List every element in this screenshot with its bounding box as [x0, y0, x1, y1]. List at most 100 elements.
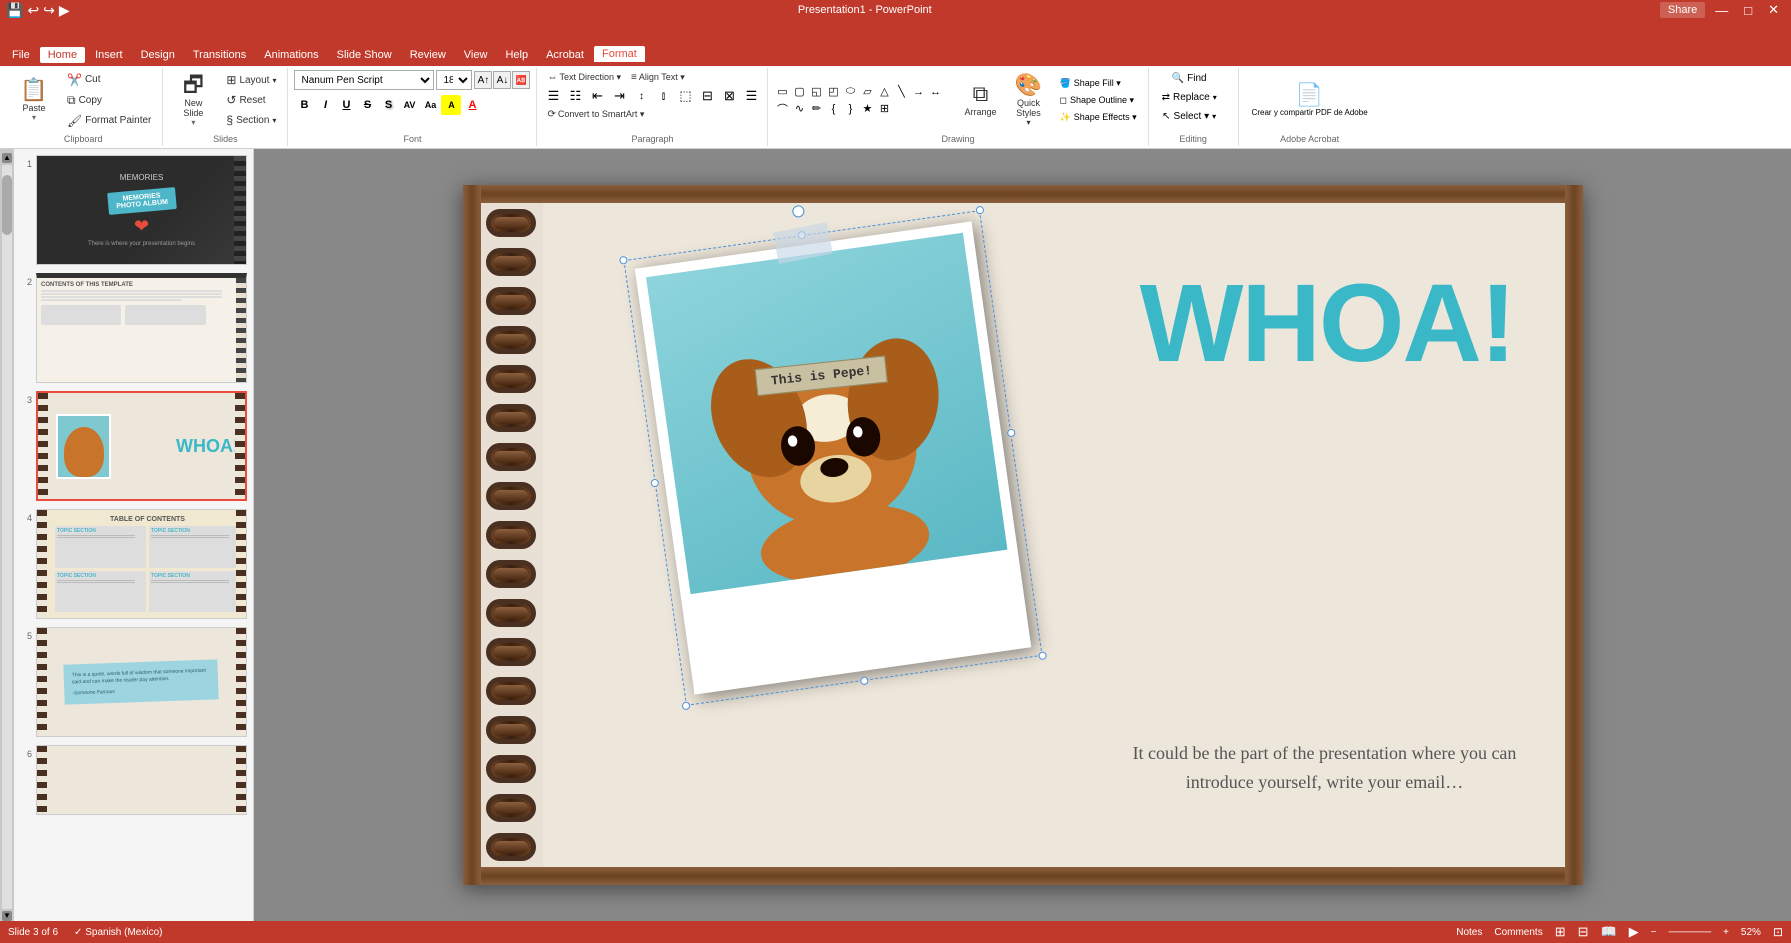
justify-button[interactable]: ☰	[741, 87, 761, 105]
align-right-button[interactable]: ⊠	[719, 87, 739, 105]
slide-thumb-image-5[interactable]: This is a quote, words full of wisdom th…	[36, 627, 247, 737]
shape-snip-rect2[interactable]: ◰	[825, 84, 841, 100]
slide-thumb-image-3[interactable]: WHOA!	[36, 391, 247, 501]
increase-font-size-button[interactable]: A↑	[474, 71, 492, 89]
arrange-button[interactable]: ⧉ Arrange	[958, 70, 1002, 130]
shape-effects-button[interactable]: ✨ Shape Effects ▾	[1054, 110, 1141, 125]
shape-line[interactable]: ╲	[893, 84, 909, 100]
shape-brace-right[interactable]: }	[842, 101, 858, 117]
font-size-select[interactable]: 18	[436, 70, 472, 90]
redo-icon[interactable]: ↪	[43, 2, 55, 19]
handle-tr[interactable]	[975, 206, 984, 215]
handle-bl[interactable]	[681, 701, 690, 710]
quick-styles-button[interactable]: 🎨 QuickStyles ▾	[1006, 70, 1050, 130]
italic-button[interactable]: I	[315, 95, 335, 115]
font-family-select[interactable]: Nanum Pen Script	[294, 70, 434, 90]
handle-mr[interactable]	[1006, 428, 1015, 437]
description-text[interactable]: It could be the part of the presentation…	[1125, 739, 1525, 797]
zoom-level[interactable]: 52%	[1741, 927, 1761, 938]
shape-rectangle[interactable]: ▭	[774, 84, 790, 100]
shape-double-arrow[interactable]: ↔	[927, 84, 943, 100]
decrease-indent-button[interactable]: ⇤	[587, 87, 607, 105]
shape-arc[interactable]: ⌒	[774, 101, 790, 117]
handle-tl[interactable]	[618, 256, 627, 265]
slide-thumbnail-5[interactable]: 5 This is a quote, words full of wisdom …	[18, 625, 249, 739]
layout-button[interactable]: ⊞ Layout ▾	[221, 71, 281, 89]
select-button[interactable]: ↖ Select ▾ ▾	[1155, 108, 1223, 125]
menu-format[interactable]: Format	[594, 46, 645, 64]
font-color-button[interactable]: A	[462, 95, 482, 115]
find-button[interactable]: 🔍 Find	[1165, 70, 1214, 87]
numbering-button[interactable]: ☷	[565, 87, 585, 105]
menu-transitions[interactable]: Transitions	[185, 47, 254, 63]
new-slide-button[interactable]: 🗗 NewSlide ▾	[169, 70, 217, 130]
reset-button[interactable]: ↺ Reset	[221, 91, 281, 109]
whoa-text[interactable]: WHOA!	[1140, 263, 1515, 384]
menu-file[interactable]: File	[4, 47, 38, 63]
section-button[interactable]: § Section ▾	[221, 111, 281, 129]
shape-parallelogram[interactable]: ▱	[859, 84, 875, 100]
shadow-button[interactable]: S	[378, 95, 398, 115]
strikethrough-button[interactable]: S	[357, 95, 377, 115]
font-case-button[interactable]: Aa	[420, 95, 440, 115]
columns-button[interactable]: ⫾	[653, 87, 673, 105]
decrease-font-size-button[interactable]: A↓	[493, 71, 511, 89]
shape-freeform[interactable]: ✏	[808, 101, 824, 117]
menu-animations[interactable]: Animations	[256, 47, 326, 63]
char-spacing-button[interactable]: AV	[399, 95, 419, 115]
shape-more[interactable]: ⊞	[876, 101, 892, 117]
shape-brace-left[interactable]: {	[825, 101, 841, 117]
shape-outline-button[interactable]: ◻ Shape Outline ▾	[1054, 93, 1141, 108]
save-icon[interactable]: 💾	[6, 2, 23, 19]
line-spacing-button[interactable]: ↕	[631, 87, 651, 105]
shape-star[interactable]: ★	[859, 101, 875, 117]
increase-indent-button[interactable]: ⇥	[609, 87, 629, 105]
menu-acrobat[interactable]: Acrobat	[538, 47, 592, 63]
menu-home[interactable]: Home	[40, 47, 85, 63]
shape-triangle[interactable]: △	[876, 84, 892, 100]
shape-curve[interactable]: ∿	[791, 101, 807, 117]
underline-button[interactable]: U	[336, 95, 356, 115]
align-text-button[interactable]: ≡ Align Text ▾	[627, 70, 689, 85]
format-painter-button[interactable]: 🖌 Format Painter	[62, 112, 156, 130]
replace-button[interactable]: ⇄ Replace ▾	[1155, 89, 1224, 106]
menu-insert[interactable]: Insert	[87, 47, 131, 63]
slide-thumb-image-4[interactable]: TABLE OF CONTENTS TOPIC SECTION TOPIC SE…	[36, 509, 247, 619]
menu-design[interactable]: Design	[133, 47, 183, 63]
start-presentation-icon[interactable]: ▶	[59, 2, 70, 19]
bold-button[interactable]: B	[294, 95, 314, 115]
clear-format-button[interactable]: 🆎	[512, 71, 530, 89]
slide-thumbnail-1[interactable]: 1 MEMORIES MEMORIESPHOTO ALBUM ❤ There i…	[18, 153, 249, 267]
canvas-area[interactable]: ↻	[254, 149, 1791, 921]
slide-thumb-image-1[interactable]: MEMORIES MEMORIESPHOTO ALBUM ❤ There is …	[36, 155, 247, 265]
highlight-button[interactable]: A	[441, 95, 461, 115]
shape-rounded-rect[interactable]: ▢	[791, 84, 807, 100]
slide-thumb-image-6[interactable]	[36, 745, 247, 815]
shape-arrow[interactable]: →	[910, 84, 926, 100]
slide-thumbnail-2[interactable]: 2 CONTENTS OF THIS TEMPLATE	[18, 271, 249, 385]
view-slide-sorter-button[interactable]: ⊟	[1578, 924, 1589, 940]
text-direction-button[interactable]: ⇔ Text Direction ▾	[543, 70, 625, 85]
rotate-handle[interactable]: ↻	[791, 205, 805, 219]
shape-snip-rect[interactable]: ◱	[808, 84, 824, 100]
menu-help[interactable]: Help	[497, 47, 536, 63]
bullets-button[interactable]: ☰	[543, 87, 563, 105]
slide-thumb-image-2[interactable]: CONTENTS OF THIS TEMPLATE	[36, 273, 247, 383]
notes-button[interactable]: Notes	[1456, 927, 1482, 938]
menu-review[interactable]: Review	[402, 47, 454, 63]
polaroid-container[interactable]: ↻	[634, 221, 1031, 694]
create-pdf-button[interactable]: 📄 Crear y compartir PDF de Adobe	[1245, 77, 1375, 123]
zoom-slider[interactable]: ──────	[1669, 927, 1712, 938]
shape-oval[interactable]: ⬭	[842, 84, 858, 100]
zoom-in-button[interactable]: +	[1723, 927, 1729, 938]
slide-thumbnail-6[interactable]: 6	[18, 743, 249, 817]
convert-smartart-button[interactable]: ⟳ Convert to SmartArt ▾	[543, 107, 648, 122]
align-center-button[interactable]: ⊟	[697, 87, 717, 105]
fit-slide-button[interactable]: ⊡	[1773, 925, 1783, 939]
shape-fill-button[interactable]: 🪣 Shape Fill ▾	[1054, 76, 1141, 91]
slide-thumbnail-4[interactable]: 4 TABLE OF CONTENTS TOPIC SECTION	[18, 507, 249, 621]
menu-slideshow[interactable]: Slide Show	[329, 47, 400, 63]
view-normal-button[interactable]: ⊞	[1555, 924, 1566, 940]
handle-br[interactable]	[1038, 651, 1047, 660]
cut-button[interactable]: ✂️ Cut	[62, 71, 156, 89]
